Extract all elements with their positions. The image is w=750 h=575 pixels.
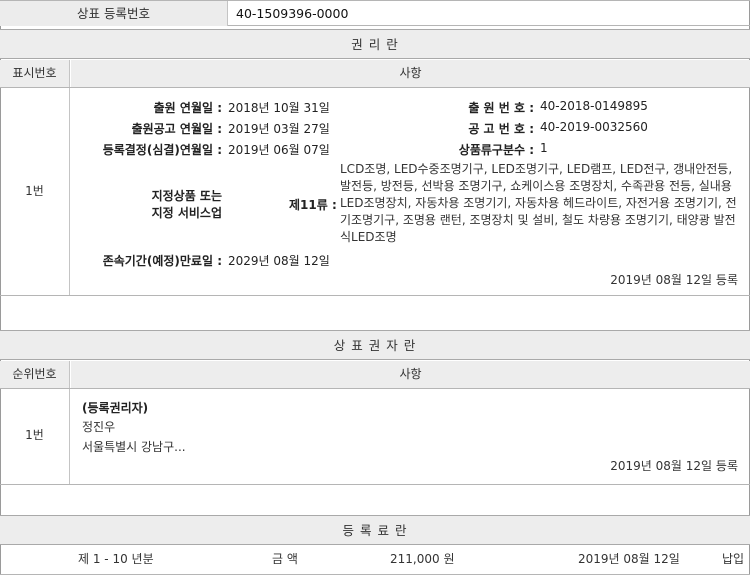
owner-address: 서울특별시 강남구... xyxy=(82,440,186,454)
expiry-date-value: 2029년 08월 12일 xyxy=(228,254,330,268)
filing-date-value: 2018년 10월 31일 xyxy=(228,101,330,115)
registration-number-label: 상표 등록번호 xyxy=(0,1,228,26)
rights-registered-note: 2019년 08월 12일 등록 xyxy=(610,273,738,287)
owner-col-content: 사항 xyxy=(71,361,750,388)
owner-section-title: 상 표 권 자 란 xyxy=(0,330,750,360)
publication-date-value: 2019년 03월 27일 xyxy=(228,122,330,136)
fee-status: 납입 xyxy=(722,552,745,566)
decision-date-value: 2019년 06월 07일 xyxy=(228,143,330,157)
rights-col-number: 표시번호 xyxy=(0,60,70,87)
filing-number-value: 40-2018-0149895 xyxy=(540,99,648,113)
designated-goods-label-1: 지정상품 또는 xyxy=(151,189,222,203)
fee-period: 제 1 - 10 년분 xyxy=(78,552,154,566)
registration-number-value: 40-1509396-0000 xyxy=(236,6,349,21)
owner-registered-note: 2019년 08월 12일 등록 xyxy=(610,459,738,473)
fee-amount: 211,000 원 xyxy=(390,552,455,566)
publication-number-value: 40-2019-0032560 xyxy=(540,120,648,134)
owner-col-number: 순위번호 xyxy=(0,361,70,388)
class-count-label: 상품류구분수 : xyxy=(458,143,534,157)
owner-role: (등록권리자) xyxy=(82,401,149,415)
owner-entry-row: 1번 (등록권리자) 정진우 서울특별시 강남구... 2019년 08월 12… xyxy=(0,389,750,485)
registration-number-row: 상표 등록번호 40-1509396-0000 xyxy=(0,0,750,26)
rights-col-content: 사항 xyxy=(71,60,750,87)
rights-section-title: 권 리 란 xyxy=(0,29,750,59)
decision-date-label: 등록결정(심결)연월일 : xyxy=(102,143,222,157)
filing-date-label: 출원 연월일 : xyxy=(153,101,222,115)
publication-number-label: 공 고 번 호 : xyxy=(468,122,534,136)
fee-date: 2019년 08월 12일 xyxy=(578,552,680,566)
owner-name: 정진우 xyxy=(82,420,116,434)
publication-date-label: 출원공고 연월일 : xyxy=(131,122,222,136)
class-count-value: 1 xyxy=(540,141,548,155)
designated-goods-text: LCD조명, LED수중조명기구, LED조명기구, LED램프, LED전구,… xyxy=(340,162,737,244)
designated-goods-label-2: 지정 서비스업 xyxy=(151,206,222,220)
rights-entry-row: 1번 출원 연월일 : 2018년 10월 31일 출 원 번 호 : 40-2… xyxy=(0,88,750,296)
fee-amount-label: 금 액 xyxy=(272,552,298,566)
class-11-label: 제11류 : xyxy=(289,198,337,212)
fee-row: 제 1 - 10 년분 금 액 211,000 원 2019년 08월 12일 … xyxy=(0,545,750,575)
rights-entry-number: 1번 xyxy=(0,88,70,295)
fee-section-title: 등 록 료 란 xyxy=(0,515,750,545)
owner-column-header: 순위번호 사항 xyxy=(0,361,750,389)
owner-entry-number: 1번 xyxy=(0,389,70,484)
expiry-date-label: 존속기간(예정)만료일 : xyxy=(102,254,222,268)
filing-number-label: 출 원 번 호 : xyxy=(468,101,534,115)
rights-column-header: 표시번호 사항 xyxy=(0,60,750,88)
